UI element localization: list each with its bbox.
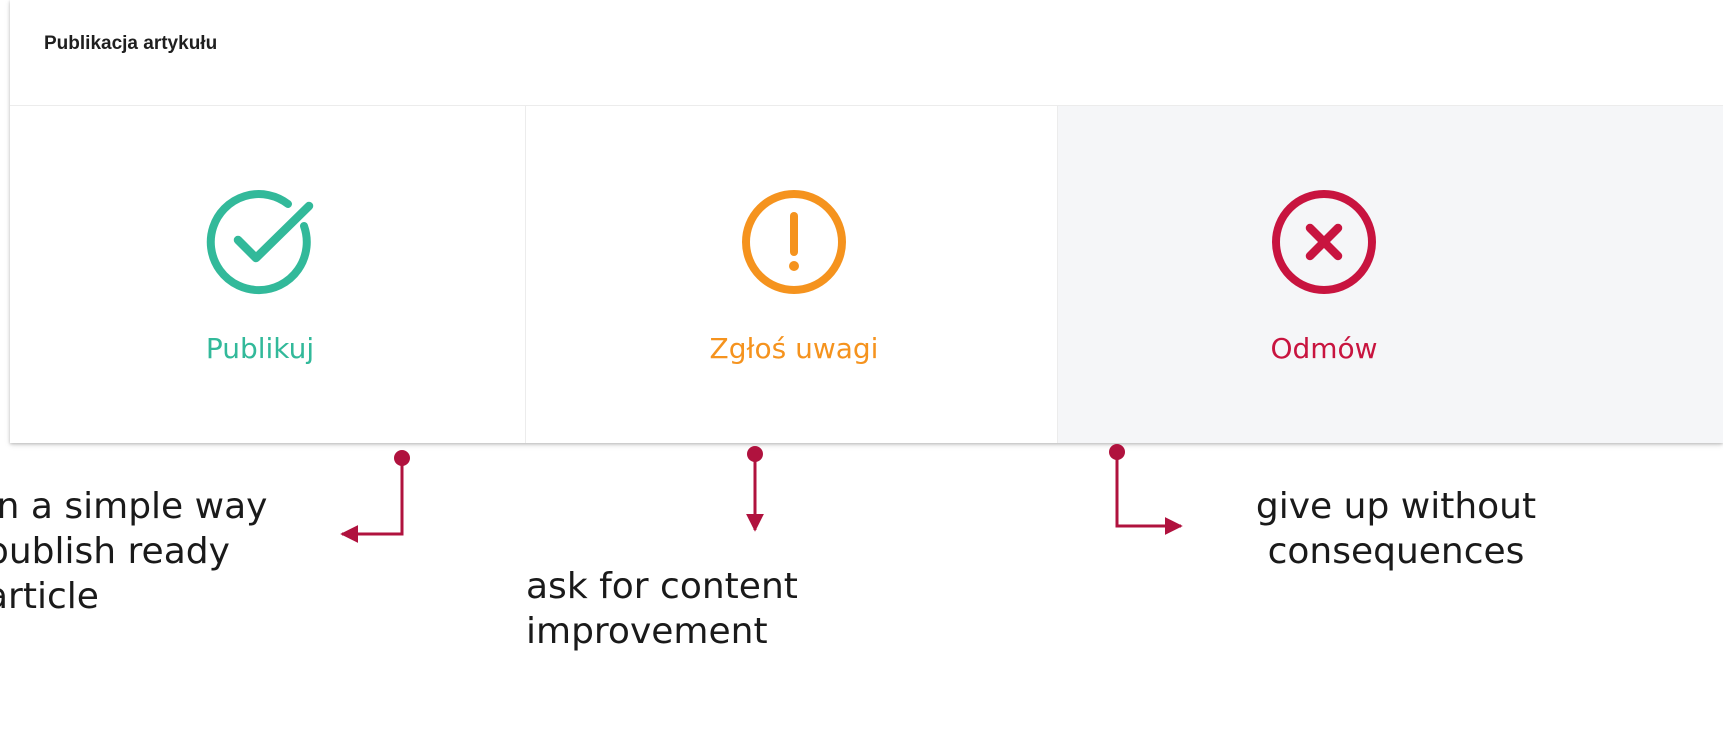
annotation-line: In a simple way [0,486,268,527]
panel-title: Publikacja artykułu [44,33,218,54]
annotation-line: consequences [1267,531,1525,572]
reject-annotation: give up without consequences [1216,484,1576,574]
publish-label: Publikuj [205,332,315,365]
publish-button[interactable]: Publikuj [10,106,526,443]
annotation-line: ask for content [526,566,798,607]
panel-header: Publikacja artykułu [10,0,1723,106]
publish-annotation-arrow [340,450,410,543]
publish-annotation: In a simple way publish ready article [0,484,267,619]
annotation-line: article [0,576,99,617]
x-circle-icon [1268,186,1380,298]
remarks-annotation-arrow [746,446,764,532]
check-circle-icon [204,186,316,298]
reject-button[interactable]: Odmów [1058,106,1723,443]
reject-annotation-arrow [1109,444,1183,535]
reject-label: Odmów [1270,332,1378,365]
remarks-annotation: ask for content improvement [526,564,798,654]
action-options: Publikuj Zgłoś uwagi Odmów [10,106,1723,443]
annotation-line: give up without [1255,486,1537,527]
annotation-line: improvement [526,611,768,652]
annotation-line: publish ready [0,531,230,572]
article-publication-panel: Publikacja artykułu Publikuj Zgłoś uwagi [10,0,1723,443]
exclamation-circle-icon [738,186,850,298]
report-remarks-label: Zgłoś uwagi [709,332,879,365]
report-remarks-button[interactable]: Zgłoś uwagi [526,106,1058,443]
